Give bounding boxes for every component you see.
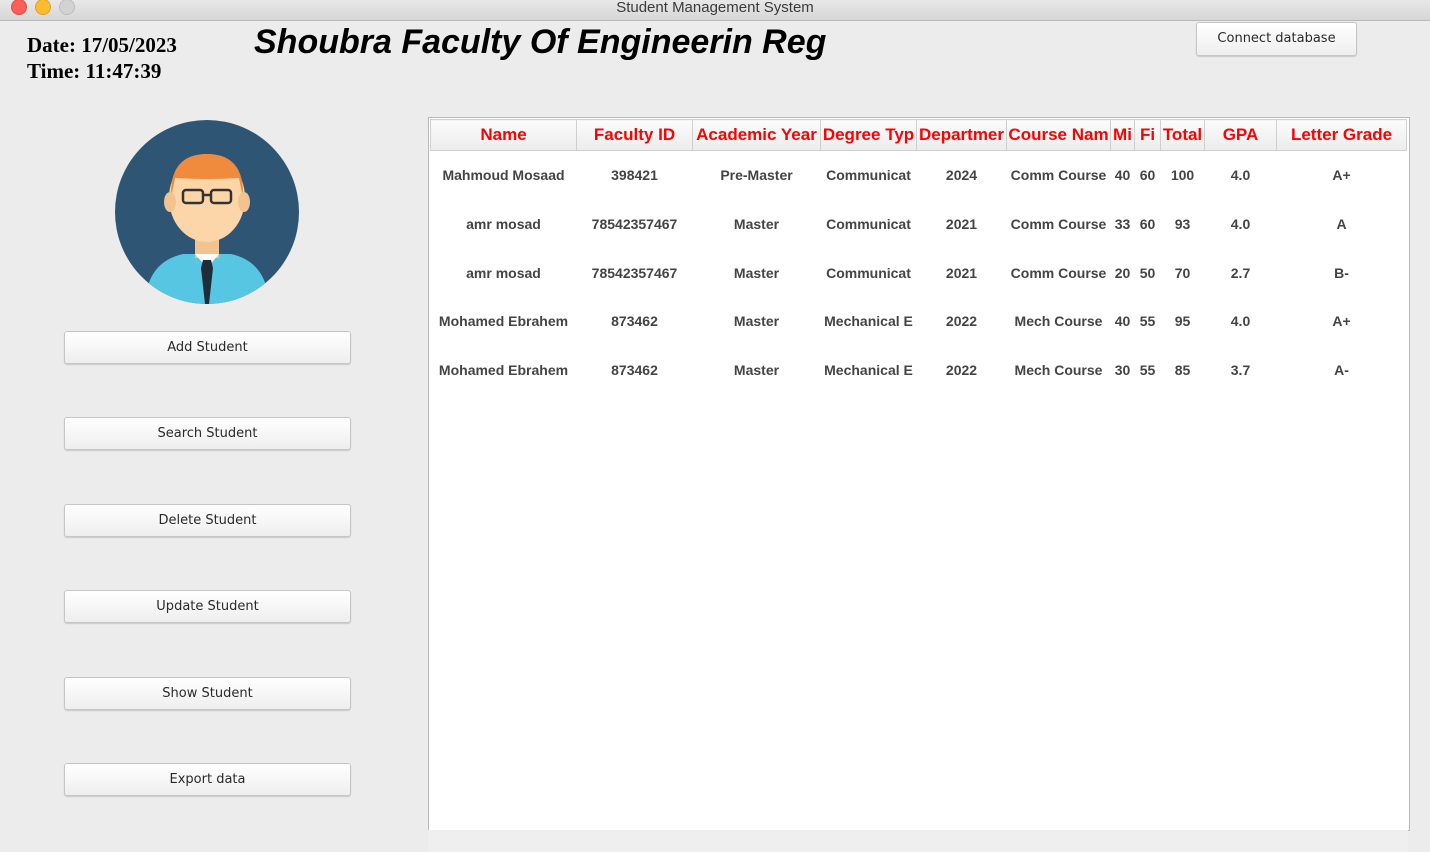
cell-gpa: 4.0 [1204,297,1277,346]
cell-midterm: 40 [1110,297,1135,346]
cell-degree-type: Mechanical E [820,297,917,346]
cell-name: Mohamed Ebrahem [430,297,577,346]
date-label: Date: 17/05/2023 [27,33,177,57]
cell-course-name: Comm Course [1006,248,1111,298]
cell-final: 50 [1134,248,1161,298]
cell-faculty-id: 78542357467 [576,248,693,298]
cell-name: Mohamed Ebrahem [430,345,577,395]
table-horizontal-scroll-area[interactable] [428,830,1408,852]
students-table-panel[interactable]: Name Faculty ID Academic Year Degree Typ… [428,117,1410,831]
table-header-row: Name Faculty ID Academic Year Degree Typ… [430,119,1407,151]
cell-course-name: Mech Course [1006,345,1111,395]
cell-course-name: Comm Course [1006,199,1111,249]
cell-degree-type: Mechanical E [820,345,917,395]
cell-gpa: 2.7 [1204,248,1277,298]
column-header-degree-type[interactable]: Degree Typ [820,119,917,151]
cell-final: 60 [1134,199,1161,249]
datetime-block: Date: 17/05/2023 Time: 11:47:39 [27,32,177,84]
delete-student-button[interactable]: Delete Student [64,504,351,537]
show-student-button[interactable]: Show Student [64,677,351,710]
cell-letter-grade: A+ [1276,297,1407,346]
cell-department: 2022 [916,297,1007,346]
cell-gpa: 3.7 [1204,345,1277,395]
cell-letter-grade: A- [1276,345,1407,395]
cell-midterm: 20 [1110,248,1135,298]
cell-final: 55 [1134,345,1161,395]
cell-academic-year: Master [692,199,821,249]
cell-gpa: 4.0 [1204,199,1277,249]
column-header-midterm[interactable]: Mi [1110,119,1135,151]
cell-department: 2021 [916,199,1007,249]
table-row[interactable]: Mahmoud Mosaad 398421 Pre-Master Communi… [430,150,1407,200]
cell-department: 2024 [916,150,1007,200]
search-student-button[interactable]: Search Student [64,417,351,450]
column-header-academic-year[interactable]: Academic Year [692,119,821,151]
cell-letter-grade: A+ [1276,150,1407,200]
cell-total: 85 [1160,345,1205,395]
table-row[interactable]: Mohamed Ebrahem 873462 Master Mechanical… [430,297,1407,346]
cell-total: 95 [1160,297,1205,346]
cell-degree-type: Communicat [820,150,917,200]
column-header-name[interactable]: Name [430,119,577,151]
cell-total: 70 [1160,248,1205,298]
cell-department: 2022 [916,345,1007,395]
students-table: Name Faculty ID Academic Year Degree Typ… [430,119,1407,395]
column-header-faculty-id[interactable]: Faculty ID [576,119,693,151]
cell-faculty-id: 398421 [576,150,693,200]
cell-faculty-id: 873462 [576,297,693,346]
cell-total: 93 [1160,199,1205,249]
user-avatar-icon [115,120,299,304]
cell-course-name: Mech Course [1006,297,1111,346]
cell-department: 2021 [916,248,1007,298]
cell-midterm: 40 [1110,150,1135,200]
column-header-total[interactable]: Total [1160,119,1205,151]
cell-academic-year: Master [692,345,821,395]
cell-midterm: 30 [1110,345,1135,395]
column-header-letter-grade[interactable]: Letter Grade [1276,119,1407,151]
add-student-button[interactable]: Add Student [64,331,351,364]
page-title: Shoubra Faculty Of Engineerin Reg [254,23,827,61]
cell-gpa: 4.0 [1204,150,1277,200]
cell-faculty-id: 78542357467 [576,199,693,249]
cell-academic-year: Pre-Master [692,150,821,200]
cell-final: 55 [1134,297,1161,346]
cell-letter-grade: B- [1276,248,1407,298]
update-student-button[interactable]: Update Student [64,590,351,623]
cell-name: amr mosad [430,199,577,249]
window-titlebar: Student Management System [0,0,1430,21]
table-row[interactable]: amr mosad 78542357467 Master Communicat … [430,199,1407,249]
cell-final: 60 [1134,150,1161,200]
time-label: Time: 11:47:39 [27,59,162,83]
cell-degree-type: Communicat [820,199,917,249]
connect-database-button[interactable]: Connect database [1196,22,1357,56]
column-header-department[interactable]: Departmer [916,119,1007,151]
cell-total: 100 [1160,150,1205,200]
cell-name: amr mosad [430,248,577,298]
cell-course-name: Comm Course [1006,150,1111,200]
cell-name: Mahmoud Mosaad [430,150,577,200]
cell-midterm: 33 [1110,199,1135,249]
table-row[interactable]: Mohamed Ebrahem 873462 Master Mechanical… [430,345,1407,395]
cell-academic-year: Master [692,297,821,346]
cell-academic-year: Master [692,248,821,298]
column-header-course-name[interactable]: Course Nam [1006,119,1111,151]
cell-faculty-id: 873462 [576,345,693,395]
column-header-gpa[interactable]: GPA [1204,119,1277,151]
window-title: Student Management System [616,0,814,16]
export-data-button[interactable]: Export data [64,763,351,796]
table-row[interactable]: amr mosad 78542357467 Master Communicat … [430,248,1407,298]
cell-degree-type: Communicat [820,248,917,298]
column-header-final[interactable]: Fi [1134,119,1161,151]
cell-letter-grade: A [1276,199,1407,249]
